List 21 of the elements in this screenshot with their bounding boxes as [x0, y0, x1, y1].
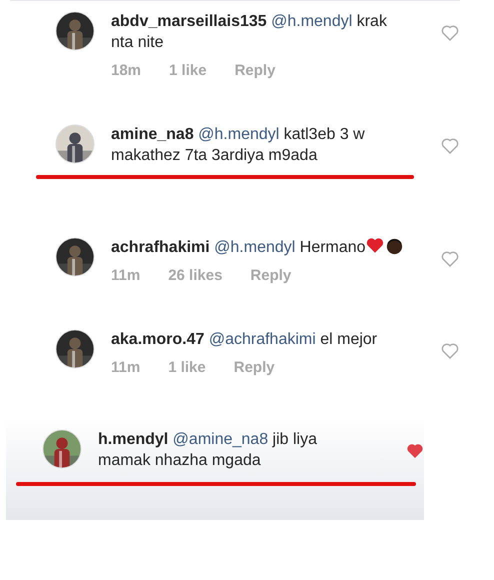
reply-link[interactable]: Reply	[250, 267, 292, 285]
heart-icon[interactable]	[441, 138, 459, 154]
heart-icon[interactable]	[441, 251, 459, 267]
face-emoji-icon	[386, 238, 403, 255]
heart-emoji-icon	[366, 238, 384, 254]
heart-icon[interactable]	[406, 443, 424, 459]
likes-count[interactable]: 1 like	[168, 359, 206, 377]
comment-text: achrafhakimi @h.mendyl Hermano	[111, 237, 403, 258]
reply-link[interactable]: Reply	[234, 359, 275, 377]
comment-time: 18m	[111, 62, 142, 80]
comment-text: h.mendyl @amine_na8 jib liya mamak nhazha mgada	[98, 430, 318, 471]
reply-link[interactable]: Reply	[234, 62, 276, 80]
comment-time: 11m	[111, 359, 140, 377]
comment-time: 11m	[111, 267, 140, 285]
heart-icon[interactable]	[441, 343, 459, 359]
comment-text: aka.moro.47 @achrafhakimi el mejor	[111, 330, 378, 350]
comment-text: abdv_marseillais135 @h.mendyl krak nta nite	[111, 12, 388, 53]
likes-count[interactable]: 26 likes	[168, 267, 222, 285]
heart-icon[interactable]	[441, 25, 459, 41]
likes-count[interactable]: 1 like	[169, 62, 207, 80]
comment-text: amine_na8 @h.mendyl katl3eb 3 w makathez 7ta 3ardiya m9ada	[111, 125, 366, 166]
